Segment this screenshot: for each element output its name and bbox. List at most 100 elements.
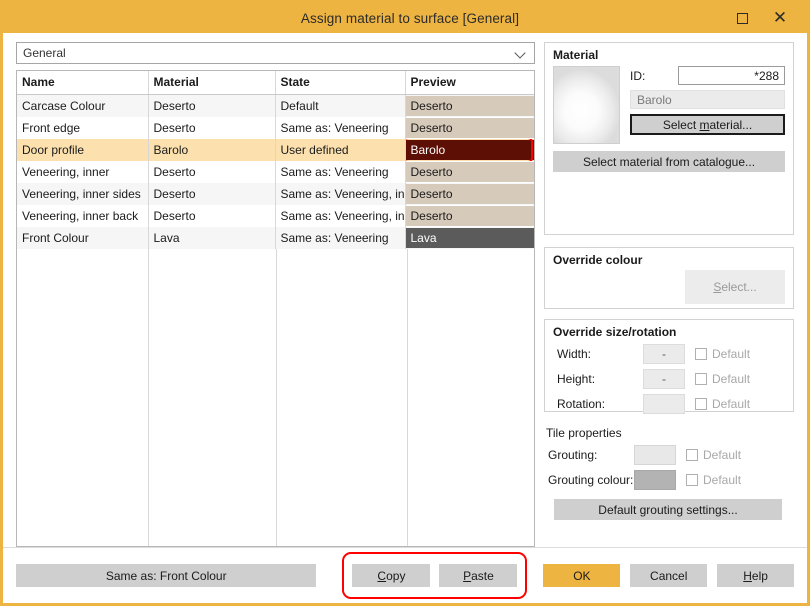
chevron-down-icon <box>514 46 528 60</box>
cell-preview: Barolo <box>405 139 534 161</box>
maximize-icon[interactable] <box>733 9 751 27</box>
cell-material: Deserto <box>148 117 275 139</box>
assign-material-dialog: Assign material to surface [General] ✕ G… <box>0 0 810 606</box>
grouting-label: Grouting: <box>544 448 634 462</box>
default-grouting-settings-button[interactable]: Default grouting settings... <box>554 499 782 520</box>
table-row[interactable]: Veneering, innerDesertoSame as: Veneerin… <box>17 161 534 183</box>
cell-name: Front edge <box>17 117 148 139</box>
surface-list-panel: General Name Material State Preview <box>16 42 535 547</box>
close-icon[interactable]: ✕ <box>771 9 789 27</box>
material-id-label: ID: <box>630 69 678 83</box>
height-label: Height: <box>553 372 643 386</box>
override-colour-select-mnemonic: S <box>713 280 721 294</box>
surface-table[interactable]: Name Material State Preview Carcase Colo… <box>16 70 535 547</box>
override-colour-title: Override colour <box>553 253 785 267</box>
cell-preview: Deserto <box>405 161 534 183</box>
column-header-material[interactable]: Material <box>148 71 275 95</box>
width-label: Width: <box>553 347 643 361</box>
cell-state: Same as: Veneering, inner <box>275 183 405 205</box>
preview-swatch: Deserto <box>406 162 535 182</box>
surface-table-grid: Name Material State Preview Carcase Colo… <box>17 71 534 249</box>
material-group: Material ID: *288 Barolo Select material… <box>544 42 794 235</box>
rotation-default-label: Default <box>712 397 750 411</box>
surface-group-value: General <box>23 46 514 60</box>
grouting-colour-row: Grouting colour: Default <box>544 470 794 490</box>
rotation-label: Rotation: <box>553 397 643 411</box>
cell-preview: Deserto <box>405 95 534 118</box>
cell-preview: Deserto <box>405 183 534 205</box>
cell-name: Veneering, inner <box>17 161 148 183</box>
copy-button[interactable]: Copy <box>352 564 430 587</box>
cell-state: Same as: Veneering <box>275 117 405 139</box>
preview-swatch: Deserto <box>406 184 535 204</box>
cell-preview: Deserto <box>405 205 534 227</box>
table-empty-area <box>17 249 534 546</box>
cell-state: Same as: Veneering, inner <box>275 205 405 227</box>
material-id-field[interactable]: *288 <box>678 66 785 85</box>
height-default-checkbox: Default <box>695 372 750 386</box>
cell-material: Deserto <box>148 161 275 183</box>
ok-button[interactable]: OK <box>543 564 620 587</box>
checkbox-icon <box>686 474 698 486</box>
override-size-title: Override size/rotation <box>553 325 785 339</box>
cancel-button[interactable]: Cancel <box>630 564 707 587</box>
select-material-button[interactable]: Select material... <box>630 114 785 135</box>
rotation-row: Rotation: Default <box>553 394 785 414</box>
column-header-preview[interactable]: Preview <box>405 71 534 95</box>
grouting-colour-default-checkbox: Default <box>686 473 741 487</box>
tile-properties-title: Tile properties <box>546 426 794 440</box>
column-header-state[interactable]: State <box>275 71 405 95</box>
preview-swatch: Deserto <box>406 118 535 138</box>
table-row[interactable]: Door profileBaroloUser definedBarolo <box>17 139 534 161</box>
cell-name: Veneering, inner back <box>17 205 148 227</box>
cell-state: User defined <box>275 139 405 161</box>
select-material-catalogue-button[interactable]: Select material from catalogue... <box>553 151 785 172</box>
grouting-row: Grouting: Default <box>544 445 794 465</box>
material-preview-thumbnail <box>553 66 620 144</box>
cell-state: Default <box>275 95 405 118</box>
width-default-checkbox: Default <box>695 347 750 361</box>
dialog-title: Assign material to surface [General] <box>3 11 733 26</box>
cell-material: Lava <box>148 227 275 249</box>
grouting-default-checkbox: Default <box>686 448 741 462</box>
title-bar: Assign material to surface [General] ✕ <box>3 3 807 33</box>
material-id-row: ID: *288 <box>630 66 785 85</box>
table-body: Carcase ColourDesertoDefaultDesertoFront… <box>17 95 534 250</box>
cell-state: Same as: Veneering <box>275 227 405 249</box>
copy-paste-group: Copy Paste <box>352 564 517 587</box>
width-default-label: Default <box>712 347 750 361</box>
window-controls: ✕ <box>733 9 807 27</box>
material-properties-panel: Material ID: *288 Barolo Select material… <box>544 42 794 547</box>
same-as-front-colour-button[interactable]: Same as: Front Colour <box>16 564 316 587</box>
cell-name: Carcase Colour <box>17 95 148 118</box>
rotation-field <box>643 394 685 414</box>
table-row[interactable]: Veneering, inner sidesDesertoSame as: Ve… <box>17 183 534 205</box>
dialog-footer: Same as: Front Colour Copy Paste OK Canc… <box>3 547 807 603</box>
column-header-name[interactable]: Name <box>17 71 148 95</box>
dialog-body: General Name Material State Preview <box>3 33 807 547</box>
help-button[interactable]: Help <box>717 564 794 587</box>
table-row[interactable]: Carcase ColourDesertoDefaultDeserto <box>17 95 534 118</box>
cell-state: Same as: Veneering <box>275 161 405 183</box>
grouting-colour-swatch <box>634 470 676 490</box>
height-row: Height: - Default <box>553 369 785 389</box>
preview-swatch: Lava <box>406 228 535 248</box>
select-material-mnemonic: m <box>700 118 710 132</box>
height-field: - <box>643 369 685 389</box>
preview-swatch: Barolo <box>406 140 535 160</box>
preview-swatch: Deserto <box>406 206 535 226</box>
table-row[interactable]: Front edgeDesertoSame as: VeneeringDeser… <box>17 117 534 139</box>
table-row[interactable]: Front ColourLavaSame as: VeneeringLava <box>17 227 534 249</box>
material-group-title: Material <box>553 48 785 62</box>
paste-mnemonic: P <box>463 569 471 583</box>
cell-material: Deserto <box>148 95 275 118</box>
override-colour-group: Override colour Select... <box>544 247 794 309</box>
grouting-colour-label: Grouting colour: <box>544 473 634 487</box>
checkbox-icon <box>695 398 707 410</box>
cell-preview: Deserto <box>405 117 534 139</box>
table-row[interactable]: Veneering, inner backDesertoSame as: Ven… <box>17 205 534 227</box>
cell-material: Barolo <box>148 139 275 161</box>
surface-group-select[interactable]: General <box>16 42 535 64</box>
cell-material: Deserto <box>148 205 275 227</box>
paste-button[interactable]: Paste <box>439 564 517 587</box>
